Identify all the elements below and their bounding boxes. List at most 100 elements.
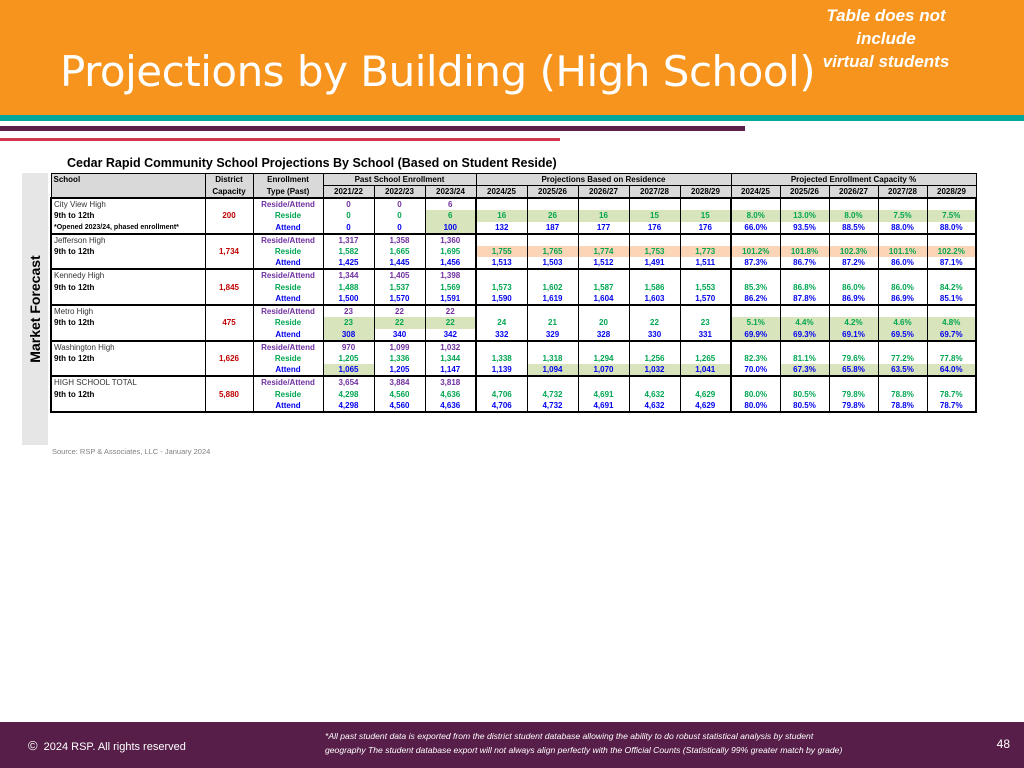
capacity-percent-cell <box>878 197 928 210</box>
projection-cell <box>527 304 579 318</box>
past-enrollment-cell: 4,298 <box>323 400 375 414</box>
past-enrollment-cell: 1,582 <box>323 245 375 258</box>
projection-cell: 1,755 <box>476 245 528 258</box>
capacity-percent-cell: 86.7% <box>780 257 830 271</box>
capacity-percent-cell: 78.8% <box>878 388 928 401</box>
projection-cell <box>527 197 579 210</box>
header-banner: Projections by Building (High School) Ta… <box>0 0 1024 115</box>
past-enrollment-cell: 4,298 <box>323 388 375 401</box>
capacity-percent-cell: 80.5% <box>780 388 830 401</box>
projection-cell: 15 <box>680 210 732 222</box>
header-year: 2026/27 <box>828 185 879 199</box>
capacity-percent-cell: 7.5% <box>878 210 928 222</box>
capacity-percent-cell: 86.0% <box>829 281 879 294</box>
school-name: City View High <box>50 197 206 210</box>
capacity-percent-cell: 87.3% <box>731 257 781 271</box>
past-enrollment-cell: 1,147 <box>425 364 477 378</box>
table-row: Attend 308 340 342 332 329 328 330 331 69.9% 69.3%… <box>50 328 977 342</box>
header-past-group: Past School Enrollment <box>322 173 477 186</box>
projection-cell: 331 <box>680 328 732 342</box>
district-capacity <box>205 375 254 389</box>
past-enrollment-cell: 1,344 <box>425 352 477 365</box>
past-enrollment-cell: 6 <box>425 210 477 222</box>
capacity-percent-cell: 70.0% <box>731 364 781 378</box>
district-capacity <box>205 268 254 282</box>
projection-cell: 1,041 <box>680 364 732 378</box>
capacity-percent-cell: 78.8% <box>878 400 928 414</box>
projection-cell: 4,706 <box>476 388 528 401</box>
capacity-percent-cell <box>731 232 781 246</box>
projection-cell: 1,590 <box>476 293 528 307</box>
enrollment-type: Reside <box>253 317 324 329</box>
capacity-percent-cell: 5.1% <box>731 317 781 329</box>
district-capacity <box>205 364 254 378</box>
projection-cell: 1,586 <box>629 281 681 294</box>
table-body: City View High Reside/Attend 0 0 6 9th to 12t… <box>50 197 977 414</box>
past-enrollment-cell: 1,317 <box>323 232 375 246</box>
district-capacity <box>205 197 254 210</box>
header-year: 2025/26 <box>779 185 830 199</box>
projection-cell <box>680 304 732 318</box>
past-enrollment-cell: 22 <box>425 317 477 329</box>
projection-cell <box>527 375 579 389</box>
disclaimer-line-1: *All past student data is exported from … <box>325 731 814 741</box>
capacity-percent-cell <box>780 197 830 210</box>
projection-cell: 21 <box>527 317 579 329</box>
past-enrollment-cell: 308 <box>323 328 375 342</box>
past-enrollment-cell: 6 <box>425 197 477 210</box>
capacity-percent-cell: 69.9% <box>731 328 781 342</box>
projection-cell: 1,503 <box>527 257 579 271</box>
capacity-percent-cell <box>927 268 977 282</box>
grade-range: 9th to 12th <box>50 317 206 329</box>
past-enrollment-cell: 1,665 <box>374 245 426 258</box>
enrollment-type: Attend <box>253 293 324 307</box>
projection-cell: 1,338 <box>476 352 528 365</box>
projection-cell <box>680 339 732 353</box>
past-enrollment-cell: 970 <box>323 339 375 353</box>
district-capacity: 200 <box>205 210 254 222</box>
table-row: 9th to 12th 475 Reside 23 22 22 24 21 20 22 23 5.1%… <box>50 317 977 329</box>
projection-cell: 176 <box>629 221 681 235</box>
projection-cell <box>476 232 528 246</box>
header-proj-group: Projections Based on Residence <box>475 173 732 186</box>
projection-cell: 4,691 <box>578 388 630 401</box>
past-enrollment-cell: 0 <box>323 210 375 222</box>
capacity-percent-cell <box>927 304 977 318</box>
district-capacity: 475 <box>205 317 254 329</box>
enrollment-type: Attend <box>253 364 324 378</box>
past-enrollment-cell: 4,560 <box>374 388 426 401</box>
capacity-percent-cell <box>927 232 977 246</box>
past-enrollment-cell: 23 <box>323 304 375 318</box>
projection-cell: 330 <box>629 328 681 342</box>
past-enrollment-cell: 3,884 <box>374 375 426 389</box>
projection-cell: 1,604 <box>578 293 630 307</box>
header-year: 2027/28 <box>628 185 681 199</box>
copyright-icon: © <box>28 738 38 753</box>
projection-cell <box>629 232 681 246</box>
capacity-percent-cell: 87.8% <box>780 293 830 307</box>
past-enrollment-cell: 1,099 <box>374 339 426 353</box>
school-note <box>50 257 206 271</box>
past-enrollment-cell: 1,360 <box>425 232 477 246</box>
past-enrollment-cell: 1,445 <box>374 257 426 271</box>
table-title: Cedar Rapid Community School Projections… <box>67 156 557 170</box>
past-enrollment-cell: 1,456 <box>425 257 477 271</box>
past-enrollment-cell: 0 <box>323 221 375 235</box>
grade-range: 9th to 12th <box>50 210 206 222</box>
table-row: 9th to 12th 1,734 Reside 1,582 1,665 1,695 1,7… <box>50 245 977 258</box>
capacity-percent-cell <box>878 339 928 353</box>
past-enrollment-cell: 1,065 <box>323 364 375 378</box>
district-capacity <box>205 328 254 342</box>
projection-cell: 187 <box>527 221 579 235</box>
footer: © 2024 RSP. All rights reserved *All past… <box>0 722 1024 768</box>
header-cap-group: Projected Enrollment Capacity % <box>730 173 977 186</box>
projection-cell <box>527 232 579 246</box>
capacity-percent-cell: 102.3% <box>829 245 879 258</box>
capacity-percent-cell: 80.0% <box>731 400 781 414</box>
projection-cell: 15 <box>629 210 681 222</box>
capacity-percent-cell <box>780 339 830 353</box>
past-enrollment-cell: 1,695 <box>425 245 477 258</box>
capacity-percent-cell: 88.5% <box>829 221 879 235</box>
capacity-percent-cell: 87.2% <box>829 257 879 271</box>
past-enrollment-cell: 4,636 <box>425 400 477 414</box>
